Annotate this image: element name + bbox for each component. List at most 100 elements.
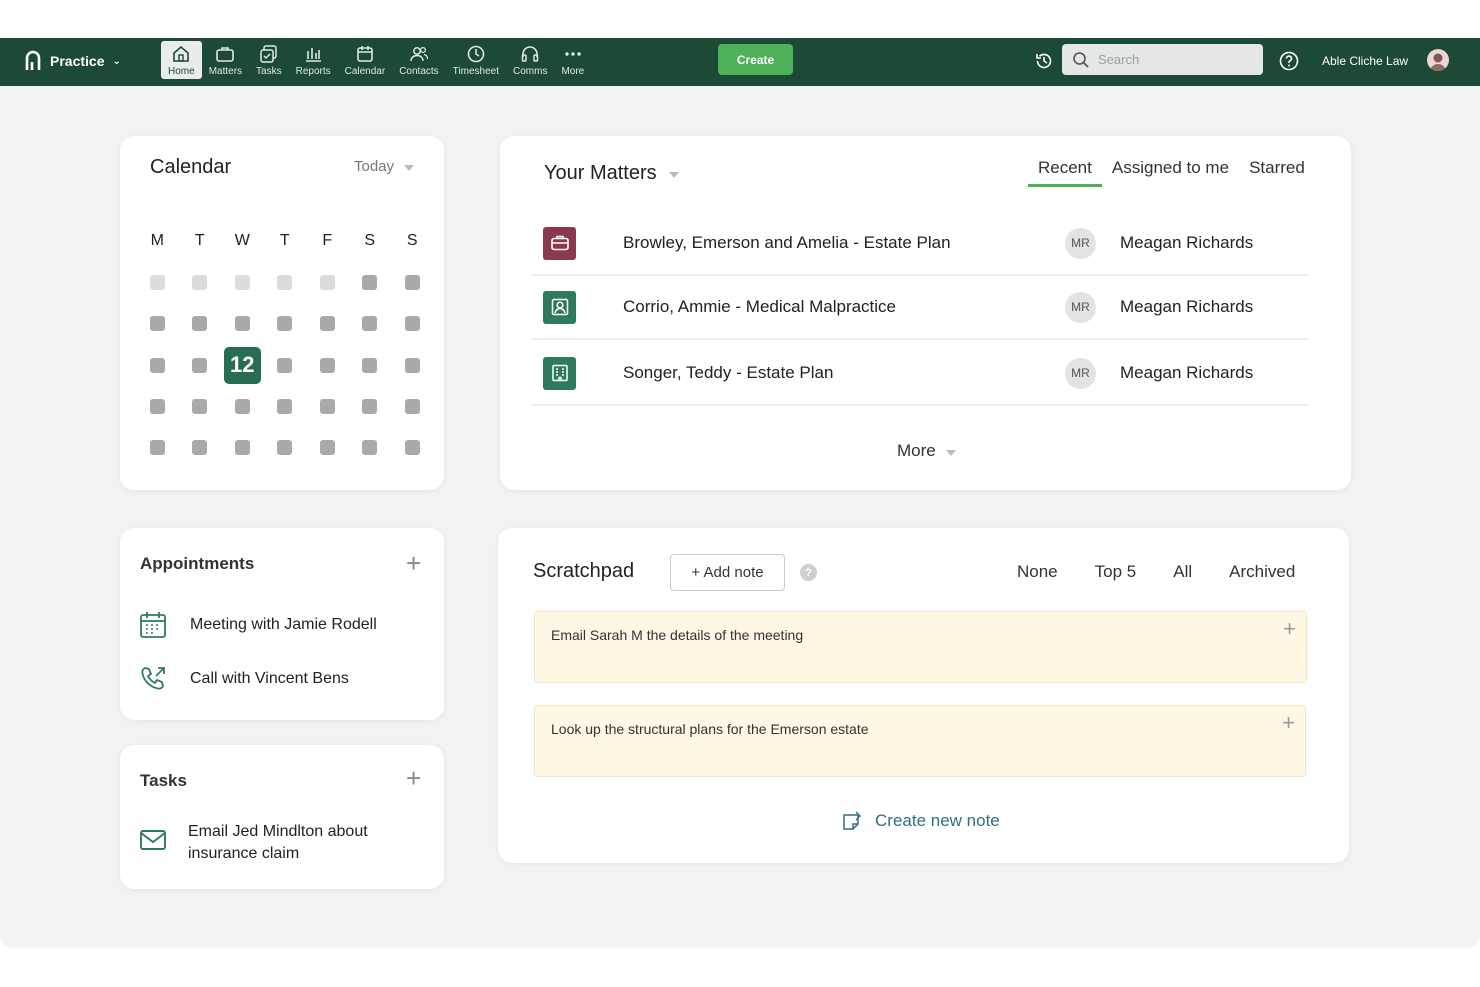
calendar-day[interactable]	[264, 427, 307, 468]
calendar-day[interactable]: 12	[221, 345, 264, 386]
day-dot	[277, 316, 293, 332]
matter-row[interactable]: Browley, Emerson and Amelia - Estate Pla…	[532, 212, 1308, 276]
calendar-day[interactable]	[349, 262, 392, 303]
calendar-day[interactable]	[179, 386, 222, 427]
calendar-day[interactable]	[349, 386, 392, 427]
calendar-day[interactable]	[306, 386, 349, 427]
day-dot	[234, 275, 250, 291]
appointment-item[interactable]: Meeting with Jamie Rodell	[138, 610, 377, 640]
search-bar[interactable]	[1062, 44, 1263, 75]
user-photo-icon	[1430, 53, 1446, 71]
day-dot	[192, 399, 208, 415]
filter-all[interactable]: All	[1148, 562, 1204, 582]
calendar-day[interactable]	[391, 303, 434, 344]
calendar-day[interactable]	[349, 303, 392, 344]
nav-home[interactable]: Home	[161, 41, 202, 79]
matters-tabs: Recent Assigned to me Starred	[1028, 156, 1315, 187]
nav-contacts[interactable]: Contacts	[392, 41, 445, 79]
add-note-button[interactable]: + Add note	[670, 554, 785, 591]
calendar-day[interactable]	[179, 345, 222, 386]
add-task-button[interactable]: +	[406, 765, 421, 791]
note-card[interactable]: Look up the structural plans for the Eme…	[534, 705, 1306, 777]
calendar-day[interactable]	[221, 303, 264, 344]
matters-title-dropdown[interactable]: Your Matters	[544, 162, 679, 185]
practice-switcher[interactable]: Practice ⌄	[24, 50, 121, 72]
briefcase-icon	[550, 235, 569, 251]
calendar-day[interactable]	[391, 345, 434, 386]
calendar-day[interactable]	[264, 386, 307, 427]
nav-calendar[interactable]: Calendar	[338, 41, 393, 79]
appointment-item[interactable]: Call with Vincent Bens	[138, 664, 349, 694]
calendar-range-select[interactable]: Today	[354, 158, 415, 175]
tab-recent[interactable]: Recent	[1028, 156, 1102, 187]
matter-name[interactable]: Songer, Teddy - Estate Plan	[623, 363, 833, 383]
nav-label: Contacts	[399, 66, 439, 77]
matter-name[interactable]: Corrio, Ammie - Medical Malpractice	[623, 297, 896, 317]
calendar-day[interactable]	[306, 303, 349, 344]
nav-reports[interactable]: Reports	[289, 41, 338, 79]
tab-starred[interactable]: Starred	[1239, 156, 1315, 187]
calendar-day[interactable]	[391, 386, 434, 427]
nav-label: Comms	[513, 66, 548, 77]
calendar-day[interactable]	[221, 262, 264, 303]
assignee-name: Meagan Richards	[1120, 233, 1254, 252]
user-avatar[interactable]	[1427, 49, 1449, 71]
calendar-day[interactable]	[349, 345, 392, 386]
calendar-day[interactable]	[306, 262, 349, 303]
more-matters-button[interactable]: More	[897, 441, 956, 461]
expand-note-button[interactable]: +	[1283, 618, 1296, 640]
calendar-day[interactable]	[391, 262, 434, 303]
calendar-day[interactable]	[264, 345, 307, 386]
calendar-day[interactable]	[306, 427, 349, 468]
filter-archived[interactable]: Archived	[1204, 562, 1307, 582]
calendar-day[interactable]	[264, 303, 307, 344]
day-dot	[149, 357, 165, 373]
calendar-day[interactable]	[136, 262, 179, 303]
calendar-day[interactable]	[306, 345, 349, 386]
nav-tasks[interactable]: Tasks	[249, 41, 289, 79]
calendar-day[interactable]	[391, 427, 434, 468]
matter-row[interactable]: Corrio, Ammie - Medical Malpractice MR M…	[532, 276, 1308, 340]
nav-comms[interactable]: Comms	[506, 41, 554, 79]
calendar-day[interactable]	[136, 386, 179, 427]
organization-name[interactable]: Able Cliche Law	[1322, 54, 1408, 68]
calendar-day[interactable]	[136, 303, 179, 344]
expand-note-button[interactable]: +	[1282, 712, 1295, 734]
tasks-title: Tasks	[140, 771, 187, 790]
help-icon[interactable]	[1278, 50, 1300, 72]
note-text[interactable]: Look up the structural plans for the Eme…	[551, 721, 869, 737]
task-item[interactable]: Email Jed Mindlton about insurance claim	[138, 821, 368, 865]
calendar-day[interactable]	[136, 427, 179, 468]
today-marker: 12	[223, 346, 261, 384]
calendar-day[interactable]	[349, 427, 392, 468]
day-dot	[277, 275, 293, 291]
calendar-day[interactable]	[179, 262, 222, 303]
contacts-icon	[410, 46, 429, 62]
note-text[interactable]: Email Sarah M the details of the meeting	[551, 627, 803, 643]
create-button[interactable]: Create	[718, 44, 793, 75]
calendar-day[interactable]	[179, 303, 222, 344]
calendar-day[interactable]	[264, 262, 307, 303]
matter-name[interactable]: Browley, Emerson and Amelia - Estate Pla…	[623, 233, 951, 253]
filter-top-5[interactable]: Top 5	[1070, 562, 1149, 582]
search-input[interactable]	[1098, 52, 1248, 67]
day-dot	[149, 399, 165, 415]
help-icon[interactable]: ?	[800, 564, 817, 581]
calendar-day[interactable]	[221, 386, 264, 427]
tab-assigned-to-me[interactable]: Assigned to me	[1102, 156, 1239, 187]
day-dot	[234, 399, 250, 415]
create-new-note-button[interactable]: Create new note	[841, 810, 1000, 832]
nav-more[interactable]: More	[554, 41, 591, 79]
calendar-day[interactable]	[136, 345, 179, 386]
note-card[interactable]: Email Sarah M the details of the meeting…	[534, 611, 1307, 683]
calendar-day[interactable]	[179, 427, 222, 468]
add-appointment-button[interactable]: +	[406, 550, 421, 576]
weekday-header: T	[194, 232, 205, 249]
nav-matters[interactable]: Matters	[202, 41, 249, 79]
phone-outgoing-icon	[141, 667, 165, 690]
recent-history-icon[interactable]	[1034, 51, 1054, 71]
calendar-day[interactable]	[221, 427, 264, 468]
nav-timesheet[interactable]: Timesheet	[446, 41, 506, 79]
matter-row[interactable]: Songer, Teddy - Estate Plan MR Meagan Ri…	[532, 342, 1308, 406]
filter-none[interactable]: None	[1005, 562, 1070, 582]
